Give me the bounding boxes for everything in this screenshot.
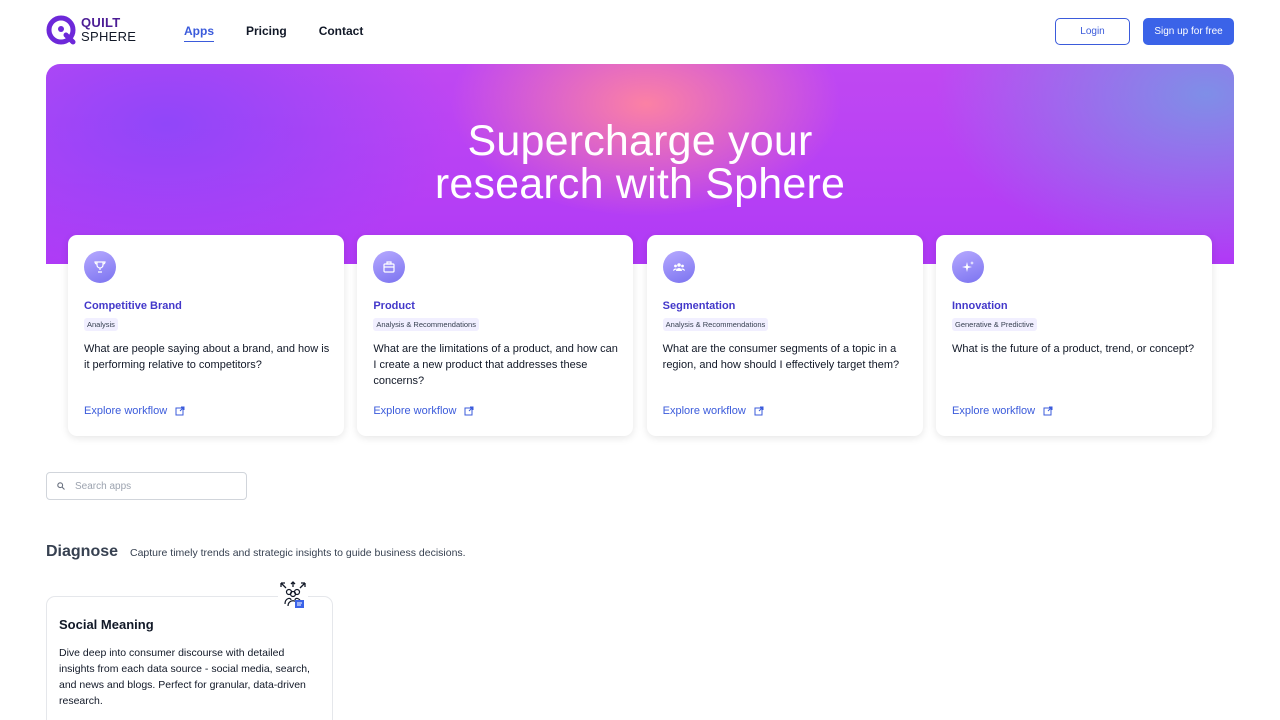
logo-text: QUILT SPHERE bbox=[81, 16, 136, 44]
nav-pricing[interactable]: Pricing bbox=[246, 24, 287, 42]
workflow-card-description: What are the limitations of a product, a… bbox=[373, 343, 618, 387]
external-link-icon bbox=[464, 406, 474, 416]
search-box[interactable] bbox=[46, 472, 247, 500]
app-card-description: Dive deep into consumer discourse with d… bbox=[59, 647, 310, 707]
explore-workflow-link[interactable]: Explore workflow bbox=[373, 405, 474, 417]
explore-workflow-link[interactable]: Explore workflow bbox=[952, 405, 1053, 417]
external-link-icon bbox=[1043, 406, 1053, 416]
workflow-card-title: Innovation bbox=[951, 300, 1008, 312]
workflow-card-description: What are the consumer segments of a topi… bbox=[662, 343, 900, 371]
nav-apps[interactable]: Apps bbox=[184, 24, 214, 42]
workflow-card-title: Segmentation bbox=[662, 300, 736, 312]
logo-line-2: SPHERE bbox=[81, 29, 137, 44]
workflow-card-description: What is the future of a product, trend, … bbox=[951, 343, 1195, 355]
signup-button[interactable]: Sign up for free bbox=[1143, 18, 1234, 45]
people-group-icon bbox=[662, 251, 695, 283]
sparkles-icon bbox=[951, 251, 984, 283]
nav-contact[interactable]: Contact bbox=[319, 24, 364, 42]
workflow-card-title: Competitive Brand bbox=[84, 300, 182, 312]
section-title-diagnose: Diagnose bbox=[46, 543, 119, 560]
explore-workflow-label: Explore workflow bbox=[662, 405, 746, 417]
workflow-cards: Competitive Brand Analysis What are peop… bbox=[68, 235, 1212, 436]
logo-line-1: QUILT bbox=[81, 15, 121, 30]
workflow-card-badge: Analysis & Recommendations bbox=[373, 318, 479, 331]
section-subtitle: Capture timely trends and strategic insi… bbox=[130, 547, 466, 559]
external-link-icon bbox=[175, 406, 185, 416]
workflow-card-innovation[interactable]: Innovation Generative & Predictive What … bbox=[935, 235, 1212, 436]
workflow-card-description: What are people saying about a brand, an… bbox=[84, 343, 330, 371]
hero-banner: Supercharge your research with Sphere bbox=[46, 64, 1234, 264]
workflow-card-segmentation[interactable]: Segmentation Analysis & Recommendations … bbox=[646, 235, 923, 436]
workflow-card-title: Product bbox=[373, 300, 415, 312]
login-button[interactable]: Login bbox=[1055, 18, 1130, 45]
explore-workflow-label: Explore workflow bbox=[84, 405, 168, 417]
search-icon bbox=[57, 482, 65, 490]
hero-title-line-2: research with Sphere bbox=[434, 160, 846, 208]
social-meaning-icon bbox=[278, 580, 308, 610]
logo[interactable]: QUILT SPHERE bbox=[46, 15, 136, 45]
quilt-logo-icon bbox=[46, 15, 76, 45]
explore-workflow-label: Explore workflow bbox=[951, 405, 1036, 417]
box-icon bbox=[373, 251, 406, 283]
external-link-icon bbox=[754, 406, 764, 416]
search-input[interactable] bbox=[75, 480, 235, 492]
trophy-icon bbox=[84, 251, 116, 283]
workflow-card-badge: Generative & Predictive bbox=[951, 318, 1037, 331]
app-card-title: Social Meaning bbox=[59, 617, 154, 632]
hero-title: Supercharge your research with Sphere bbox=[46, 120, 1234, 206]
main-nav: Apps Pricing Contact bbox=[184, 24, 395, 42]
workflow-card-product[interactable]: Product Analysis & Recommendations What … bbox=[357, 235, 634, 436]
explore-workflow-label: Explore workflow bbox=[373, 405, 457, 417]
hero-title-line-1: Supercharge your bbox=[467, 117, 813, 165]
workflow-card-competitive-brand[interactable]: Competitive Brand Analysis What are peop… bbox=[68, 235, 344, 436]
explore-workflow-link[interactable]: Explore workflow bbox=[84, 405, 185, 417]
app-card-social-meaning[interactable]: Social Meaning Dive deep into consumer d… bbox=[46, 596, 333, 720]
explore-workflow-link[interactable]: Explore workflow bbox=[663, 405, 764, 417]
header: QUILT SPHERE Apps Pricing Contact Login … bbox=[0, 0, 1280, 64]
workflow-card-badge: Analysis bbox=[84, 318, 118, 331]
workflow-card-badge: Analysis & Recommendations bbox=[662, 318, 769, 331]
